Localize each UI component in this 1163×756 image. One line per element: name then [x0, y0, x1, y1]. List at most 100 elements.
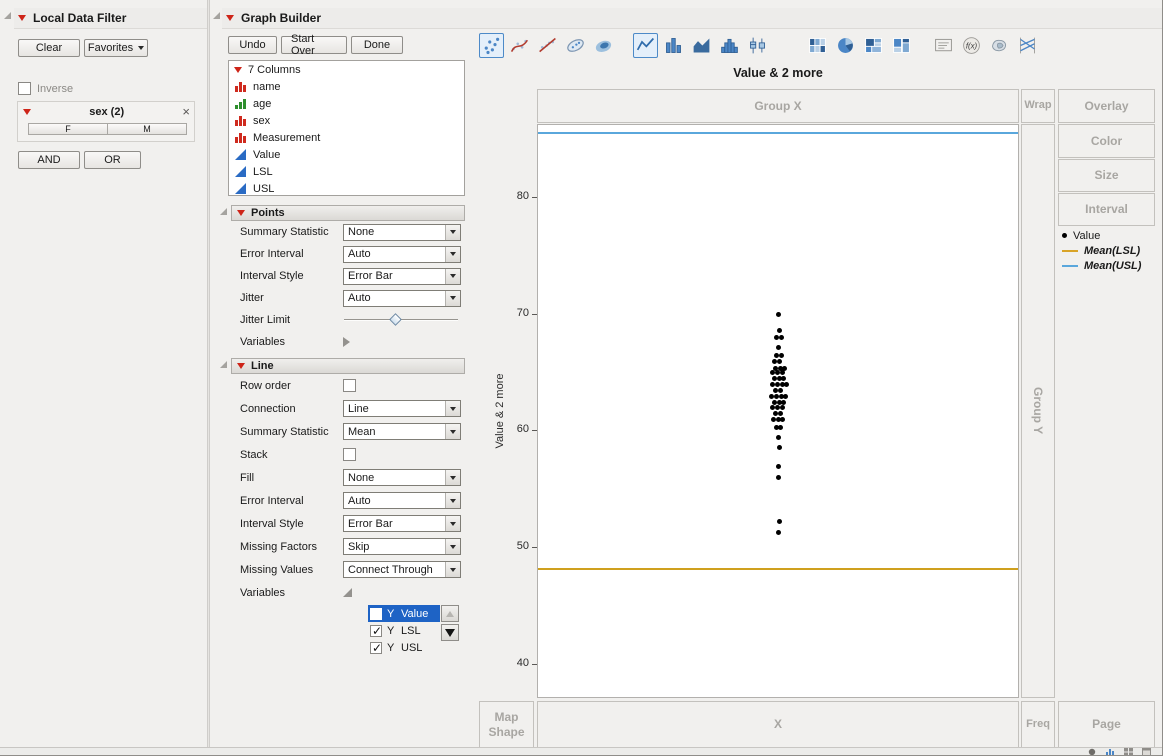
histogram-icon[interactable]: [717, 33, 742, 58]
data-point[interactable]: [781, 399, 786, 405]
missing-values-select[interactable]: Connect Through: [343, 561, 461, 578]
start-over-button[interactable]: Start Over: [281, 33, 347, 57]
column-item-age[interactable]: age: [229, 95, 464, 112]
filter-level-m-button[interactable]: M: [107, 123, 187, 135]
done-button[interactable]: Done: [351, 36, 403, 54]
red-triangle-menu-icon[interactable]: [237, 210, 245, 216]
move-down-button[interactable]: [441, 624, 459, 641]
data-point[interactable]: [778, 387, 783, 393]
columns-panel-header[interactable]: 7 Columns: [229, 61, 464, 78]
data-point[interactable]: [776, 344, 781, 350]
y-variable-row-value[interactable]: Y Value: [368, 605, 440, 622]
red-triangle-menu-icon[interactable]: [237, 363, 245, 369]
drop-zone-overlay[interactable]: Overlay: [1058, 89, 1155, 123]
formula-icon[interactable]: f(x): [959, 33, 984, 58]
fill-select[interactable]: None: [343, 469, 461, 486]
column-item-value[interactable]: Value: [229, 146, 464, 163]
red-triangle-menu-icon[interactable]: [226, 15, 234, 21]
drop-zone-page[interactable]: Page: [1058, 701, 1155, 748]
plot-area[interactable]: [537, 124, 1019, 698]
data-point[interactable]: [778, 411, 783, 417]
data-point[interactable]: [777, 358, 782, 364]
data-point[interactable]: [777, 328, 782, 334]
data-point[interactable]: [776, 312, 781, 318]
smoother-icon[interactable]: [507, 33, 532, 58]
data-point[interactable]: [780, 417, 785, 423]
data-point[interactable]: [781, 376, 786, 382]
data-point[interactable]: [776, 475, 781, 481]
grid-icon[interactable]: [1124, 748, 1133, 755]
red-triangle-menu-icon[interactable]: [23, 108, 31, 115]
y-variable-row-usl[interactable]: Y USL: [368, 639, 440, 656]
drop-zone-group-y[interactable]: Group Y: [1021, 124, 1055, 698]
move-up-button[interactable]: [441, 605, 459, 622]
close-icon[interactable]: ×: [182, 105, 190, 118]
mosaic-icon[interactable]: [889, 33, 914, 58]
treemap-icon[interactable]: [861, 33, 886, 58]
clear-button[interactable]: Clear: [18, 39, 80, 57]
data-point[interactable]: [784, 382, 789, 388]
disclosure-open-icon[interactable]: [343, 588, 352, 597]
box-plot-icon[interactable]: [745, 33, 770, 58]
data-point[interactable]: [777, 518, 782, 524]
data-point[interactable]: [778, 425, 783, 431]
red-triangle-menu-icon[interactable]: [18, 15, 26, 21]
interval-style-select[interactable]: Error Bar: [343, 267, 461, 285]
line-section-collapse-icon[interactable]: [220, 361, 227, 368]
favorites-button[interactable]: Favorites: [84, 39, 148, 57]
data-point[interactable]: [779, 335, 784, 341]
missing-factors-select[interactable]: Skip: [343, 538, 461, 555]
map-shapes-icon[interactable]: [987, 33, 1012, 58]
column-item-sex[interactable]: sex: [229, 112, 464, 129]
contour-icon[interactable]: [591, 33, 616, 58]
inverse-checkbox[interactable]: [18, 82, 31, 95]
y-variable-checkbox[interactable]: [370, 624, 382, 638]
data-point[interactable]: [776, 463, 781, 469]
filter-level-f-button[interactable]: F: [28, 123, 108, 135]
line-section-header[interactable]: Line: [231, 358, 465, 374]
data-point[interactable]: [780, 370, 785, 376]
points-section-collapse-icon[interactable]: [220, 208, 227, 215]
column-item-name[interactable]: name: [229, 78, 464, 95]
or-button[interactable]: OR: [84, 151, 141, 169]
jitter-select[interactable]: Auto: [343, 289, 461, 307]
area-icon[interactable]: [689, 33, 714, 58]
drop-zone-freq[interactable]: Freq: [1021, 701, 1055, 748]
pie-icon[interactable]: [833, 33, 858, 58]
graph-builder-collapse-icon[interactable]: [213, 12, 220, 19]
column-item-lsl[interactable]: LSL: [229, 163, 464, 180]
drop-zone-wrap[interactable]: Wrap: [1021, 89, 1055, 123]
line-icon[interactable]: [633, 33, 658, 58]
bar-chart-icon[interactable]: [1106, 748, 1115, 755]
circle-icon[interactable]: [1088, 748, 1097, 755]
interval-style-select[interactable]: Error Bar: [343, 515, 461, 532]
row-order-checkbox[interactable]: [343, 379, 356, 392]
stack-checkbox[interactable]: [343, 448, 356, 461]
summary-statistic-select[interactable]: Mean: [343, 423, 461, 440]
window-icon[interactable]: [1142, 748, 1151, 755]
column-item-measurement[interactable]: Measurement: [229, 129, 464, 146]
column-item-usl[interactable]: USL: [229, 180, 464, 195]
y-variable-checkbox[interactable]: [370, 641, 382, 655]
drop-zone-map-shape[interactable]: Map Shape: [479, 701, 534, 748]
line-of-fit-icon[interactable]: [535, 33, 560, 58]
drop-zone-x[interactable]: X: [537, 701, 1019, 748]
points-icon[interactable]: [479, 33, 504, 58]
drop-zone-group-x[interactable]: Group X: [537, 89, 1019, 123]
slider-thumb[interactable]: [389, 313, 402, 326]
error-interval-select[interactable]: Auto: [343, 492, 461, 509]
disclosure-closed-icon[interactable]: [343, 337, 350, 347]
heatmap-icon[interactable]: [805, 33, 830, 58]
red-triangle-menu-icon[interactable]: [234, 66, 242, 73]
parallel-plot-icon[interactable]: [1015, 33, 1040, 58]
summary-statistic-select[interactable]: None: [343, 223, 461, 241]
ellipse-icon[interactable]: [563, 33, 588, 58]
caption-box-icon[interactable]: [931, 33, 956, 58]
data-point[interactable]: [779, 352, 784, 358]
bar-icon[interactable]: [661, 33, 686, 58]
filter-panel-collapse-icon[interactable]: [4, 12, 11, 19]
data-point[interactable]: [780, 405, 785, 411]
data-point[interactable]: [776, 434, 781, 440]
drop-zone-interval[interactable]: Interval: [1058, 193, 1155, 226]
y-variable-checkbox[interactable]: [370, 607, 382, 620]
